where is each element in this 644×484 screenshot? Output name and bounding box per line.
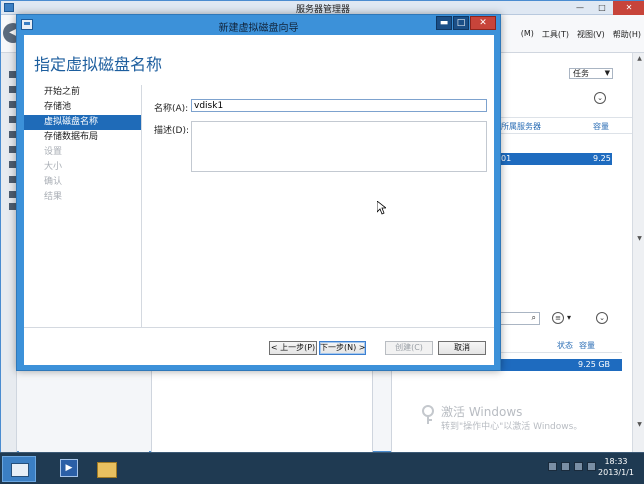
- key-icon: [422, 405, 434, 424]
- iis-icon[interactable]: [9, 131, 16, 138]
- background-pane: [19, 370, 149, 453]
- menu-item-tools[interactable]: 工具(T): [542, 29, 569, 40]
- step-before-you-begin[interactable]: 开始之前: [24, 85, 141, 100]
- nav-item-icon[interactable]: [9, 191, 16, 198]
- scroll-up-icon[interactable]: ▲: [635, 55, 644, 62]
- chevron-down-icon[interactable]: ▾: [567, 313, 571, 322]
- collapse-icon[interactable]: ⌄: [596, 312, 608, 324]
- clock-date: 2013/1/1: [598, 468, 634, 477]
- mouse-cursor-icon: [377, 201, 386, 215]
- server-manager-menu: (M) 工具(T) 视图(V) 帮助(H): [521, 29, 641, 40]
- file-storage-icon[interactable]: [9, 116, 16, 123]
- display-icon[interactable]: [574, 462, 583, 471]
- server-manager-taskbar-icon[interactable]: [2, 456, 36, 482]
- wizard-body: 指定虚拟磁盘名称 开始之前 存储池 虚拟磁盘名称 存储数据布局 设置 大小 确认…: [24, 35, 494, 365]
- name-label: 名称(A):: [154, 104, 189, 114]
- name-input[interactable]: [191, 99, 487, 112]
- previous-button[interactable]: < 上一步(P): [269, 341, 317, 355]
- search-icon: ⌕: [531, 313, 536, 322]
- activate-windows-subtitle: 转到"操作中心"以激活 Windows。: [441, 422, 583, 432]
- maximize-icon[interactable]: □: [591, 1, 613, 15]
- step-storage-layout[interactable]: 存储数据布局: [24, 130, 141, 145]
- chevron-down-icon: ▼: [604, 69, 610, 77]
- taskbar: 18:33 2013/1/1: [0, 452, 644, 484]
- column-header-capacity[interactable]: 容量: [579, 340, 595, 351]
- menu-item-manage[interactable]: (M): [521, 29, 534, 40]
- wizard-page-title: 指定虚拟磁盘名称: [34, 55, 163, 74]
- step-size: 大小: [44, 162, 63, 172]
- background-list-pane: [151, 370, 373, 453]
- scroll-down-icon[interactable]: ▼: [635, 235, 644, 242]
- powershell-icon[interactable]: [52, 456, 86, 482]
- wizard-form: 名称(A): 描述(D):: [144, 85, 494, 327]
- all-servers-icon[interactable]: [9, 101, 16, 108]
- scroll-down-icon[interactable]: ▼: [635, 421, 644, 428]
- nav-item-icon[interactable]: [9, 146, 16, 153]
- wizard-step-list: 开始之前 存储池 虚拟磁盘名称 存储数据布局 设置 大小 确认 结果: [24, 85, 142, 327]
- minimize-icon[interactable]: ▬: [436, 16, 452, 30]
- column-header-capacity[interactable]: 容量: [593, 121, 609, 132]
- filter-search-input[interactable]: ⌕: [498, 312, 540, 325]
- wizard-footer: < 上一步(P) 下一步(N) > 创建(C) 取消: [24, 327, 494, 365]
- step-virtual-disk-name[interactable]: 虚拟磁盘名称: [24, 115, 141, 130]
- clock-time: 18:33: [604, 457, 628, 466]
- server-manager-left-nav: [1, 53, 17, 453]
- vertical-scrollbar[interactable]: ▲ ▼ ▼: [632, 53, 644, 453]
- maximize-icon[interactable]: □: [453, 16, 469, 30]
- tasks-dropdown-top[interactable]: 任务 ▼: [569, 68, 613, 79]
- list-view-icon[interactable]: ≡: [552, 312, 564, 324]
- activate-windows-title: 激活 Windows: [441, 405, 523, 419]
- menu-item-help[interactable]: 帮助(H): [613, 29, 641, 40]
- action-center-flag-icon[interactable]: [548, 462, 557, 471]
- next-button[interactable]: 下一步(N) >: [319, 341, 366, 355]
- table-row-selected[interactable]: 01 9.25 G: [501, 153, 612, 175]
- menu-item-view[interactable]: 视图(V): [577, 29, 605, 40]
- description-label: 描述(D):: [154, 126, 189, 136]
- dashboard-icon[interactable]: [9, 71, 16, 78]
- column-header-server[interactable]: 所属服务器: [501, 121, 541, 132]
- close-icon[interactable]: ✕: [613, 1, 644, 15]
- taskbar-clock[interactable]: 18:33 2013/1/1: [594, 456, 638, 478]
- wizard-title: 新建虚拟磁盘向导: [218, 23, 299, 34]
- server-manager-titlebar: 服务器管理器 — □ ✕: [1, 1, 644, 15]
- nav-item-icon[interactable]: [9, 176, 16, 183]
- nav-item-icon[interactable]: [9, 161, 16, 168]
- description-input[interactable]: [191, 121, 487, 172]
- step-provisioning: 设置: [44, 147, 63, 157]
- create-button: 创建(C): [385, 341, 433, 355]
- collapse-icon[interactable]: ⌄: [594, 92, 606, 104]
- file-explorer-icon[interactable]: [90, 456, 124, 482]
- server-manager-window-controls: — □ ✕: [569, 1, 644, 15]
- column-header-status[interactable]: 状态: [557, 340, 573, 351]
- step-results: 结果: [44, 192, 63, 202]
- new-virtual-disk-wizard: 新建虚拟磁盘向导 ▬ □ ✕ 指定虚拟磁盘名称 开始之前 存储池 虚拟磁盘名称 …: [16, 14, 501, 371]
- system-tray: [548, 462, 596, 471]
- local-server-icon[interactable]: [9, 86, 16, 93]
- step-confirmation: 确认: [44, 177, 63, 187]
- wizard-window-controls: ▬ □ ✕: [436, 16, 496, 30]
- network-icon[interactable]: [561, 462, 570, 471]
- step-storage-pool[interactable]: 存储池: [24, 100, 141, 115]
- nav-item-icon[interactable]: [9, 203, 16, 210]
- minimize-icon[interactable]: —: [569, 1, 591, 15]
- wizard-titlebar[interactable]: 新建虚拟磁盘向导 ▬ □ ✕: [17, 15, 500, 35]
- cancel-button[interactable]: 取消: [438, 341, 486, 355]
- close-icon[interactable]: ✕: [470, 16, 496, 30]
